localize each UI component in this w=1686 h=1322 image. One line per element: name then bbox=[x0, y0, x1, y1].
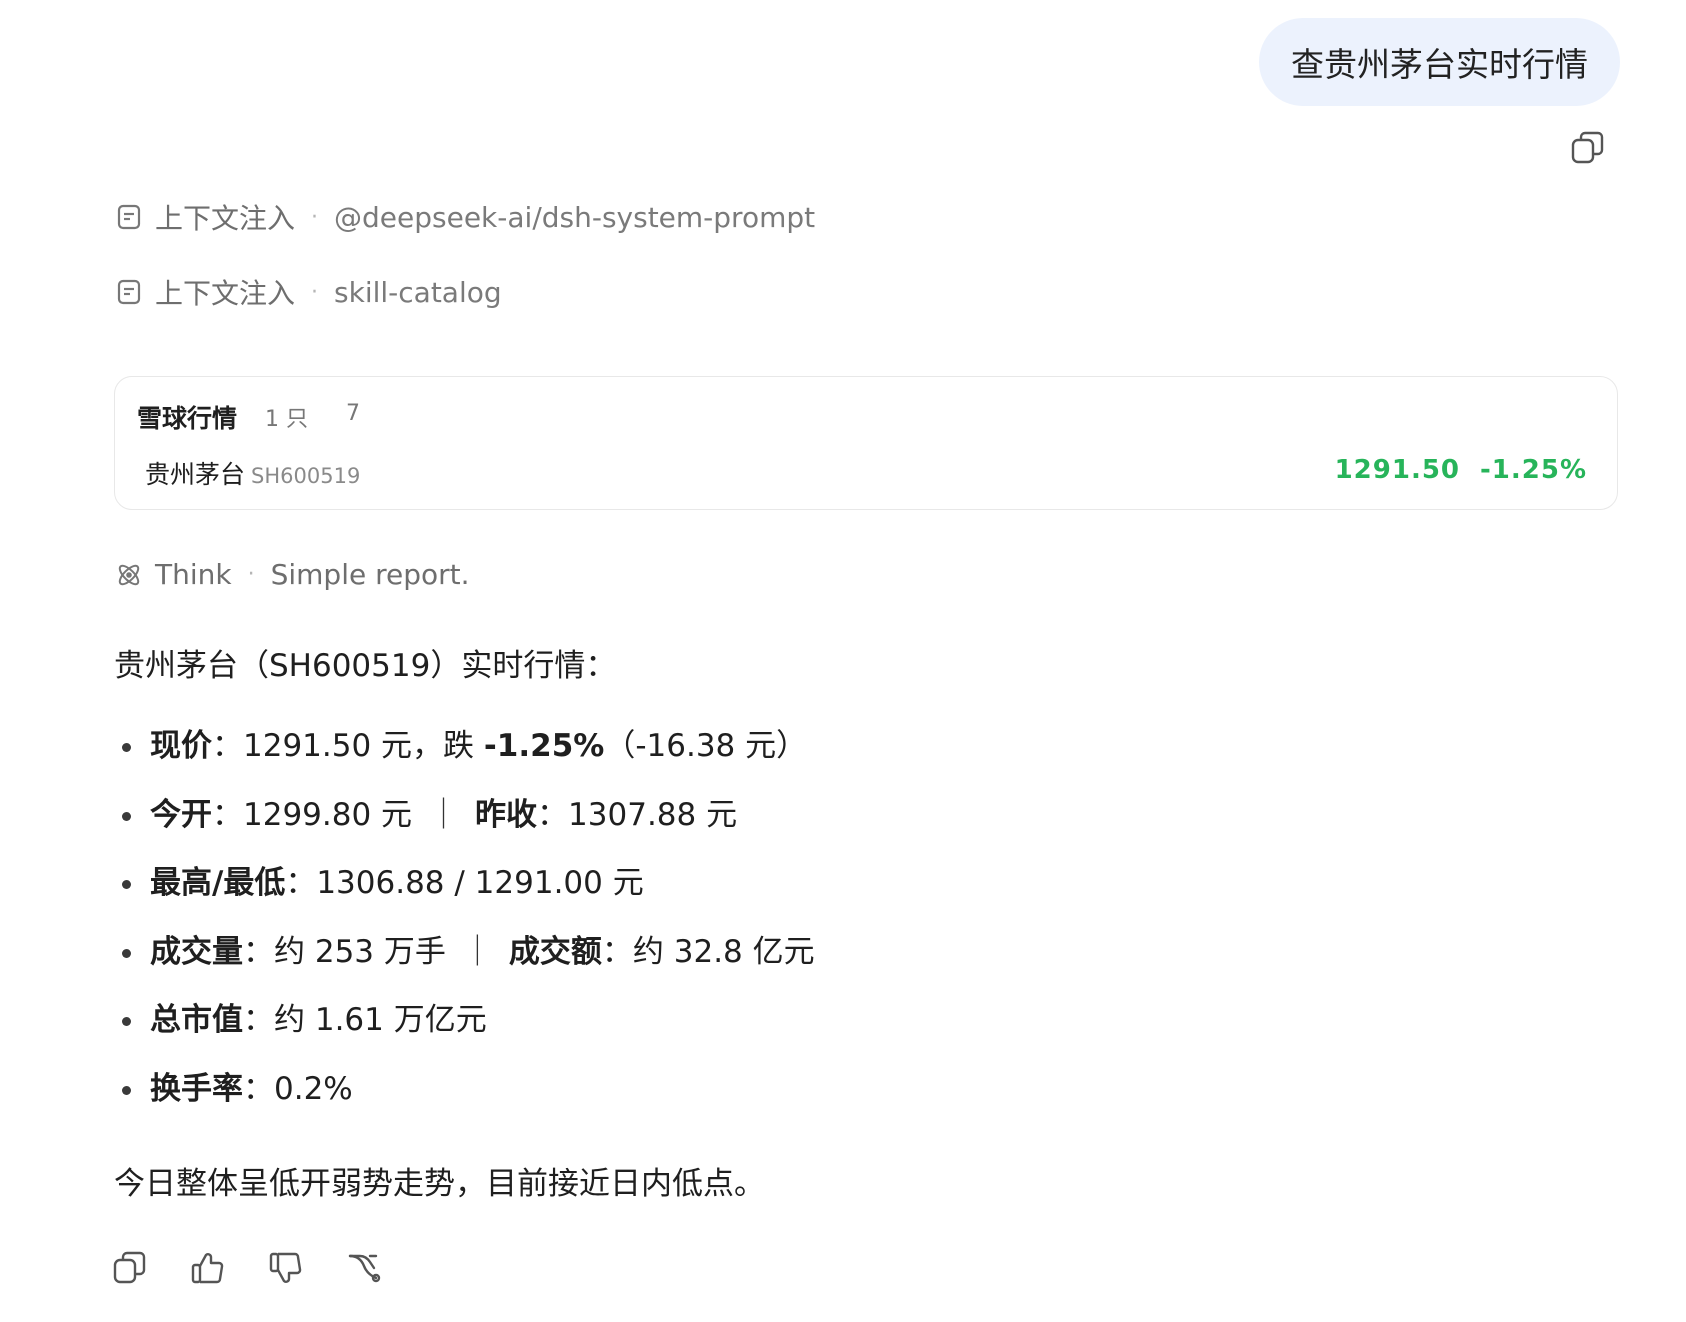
list-item: 总市值：约 1.61 万亿元 bbox=[114, 986, 815, 1055]
colon: ： bbox=[212, 796, 243, 833]
document-icon bbox=[117, 279, 141, 305]
fact-key: 现价 bbox=[150, 728, 212, 764]
copy-icon bbox=[113, 1251, 146, 1284]
answer-intro: 贵州茅台（SH600519）实时行情： bbox=[114, 648, 617, 684]
dislike-button[interactable] bbox=[268, 1250, 304, 1286]
fact-value: 1306.88 / 1291.00 元 bbox=[316, 865, 644, 901]
quote-card-title: 雪球行情 bbox=[137, 404, 238, 433]
fact-key: 最高/最低 bbox=[150, 865, 286, 901]
list-item: 换手率：0.2% bbox=[114, 1055, 815, 1124]
list-item: 今开：1299.80 元｜昨收：1307.88 元 bbox=[114, 781, 815, 850]
colon: ： bbox=[243, 933, 274, 970]
copy-icon bbox=[1571, 131, 1604, 164]
quote-card-extra: 7 bbox=[346, 401, 360, 426]
like-button[interactable] bbox=[190, 1250, 226, 1286]
colon: ： bbox=[243, 1070, 274, 1107]
branch-icon bbox=[348, 1254, 381, 1283]
fact-change-pct: -1.25% bbox=[483, 728, 605, 764]
stock-name-row[interactable]: 贵州茅台 SH600519 bbox=[145, 455, 360, 491]
colon: ： bbox=[285, 865, 317, 901]
colon: ： bbox=[212, 728, 243, 764]
user-message-bubble: 查贵州茅台实时行情 bbox=[1259, 18, 1620, 106]
atom-icon bbox=[118, 564, 140, 585]
stock-name: 贵州茅台 bbox=[145, 460, 246, 489]
copy-user-message-button[interactable] bbox=[1570, 130, 1606, 166]
separator: ｜ bbox=[428, 796, 460, 833]
colon: ： bbox=[601, 933, 633, 970]
document-icon bbox=[117, 204, 141, 230]
branch-button[interactable] bbox=[346, 1250, 382, 1286]
context-injection-row[interactable]: 上下文注入 · @deepseek-ai/dsh-system-prompt bbox=[115, 197, 815, 237]
separator-dot: · bbox=[311, 204, 319, 230]
fact-key: 总市值 bbox=[150, 1002, 243, 1038]
stock-price: 1291.50 bbox=[1334, 455, 1460, 485]
separator-dot: · bbox=[311, 279, 319, 305]
list-item: 成交量：约 253 万手｜成交额：约 32.8 亿元 bbox=[114, 918, 815, 987]
fact-key: 成交量 bbox=[150, 933, 243, 970]
fact-key: 今开 bbox=[150, 796, 212, 833]
fact-value: 1291.50 元，跌 bbox=[243, 728, 484, 764]
quote-facts-list: 现价：1291.50 元，跌 -1.25%（-16.38 元） 今开：1299.… bbox=[114, 712, 815, 1123]
stock-code: SH600519 bbox=[251, 464, 361, 488]
fact-key: 成交额 bbox=[508, 933, 602, 970]
fact-value: 0.2% bbox=[274, 1070, 353, 1107]
fact-value: 1307.88 元 bbox=[568, 796, 738, 833]
thumbs-down-icon bbox=[269, 1252, 302, 1283]
answer-summary: 今日整体呈低开弱势走势，目前接近日内低点。 bbox=[114, 1166, 765, 1202]
list-item: 最高/最低：1306.88 / 1291.00 元 bbox=[114, 849, 815, 918]
quote-card-count: 1 只 bbox=[265, 407, 308, 432]
think-summary: Simple report. bbox=[270, 558, 470, 591]
context-injection-source: skill-catalog bbox=[334, 275, 502, 309]
fact-key: 换手率 bbox=[150, 1070, 243, 1107]
fact-value: 1299.80 元 bbox=[243, 796, 413, 833]
context-injection-label: 上下文注入 bbox=[155, 277, 296, 310]
colon: ： bbox=[243, 1002, 274, 1038]
stock-quote-card[interactable]: 雪球行情 1 只 7 贵州茅台 SH600519 1291.50 -1.25% bbox=[114, 376, 1618, 510]
fact-value: 约 253 万手 bbox=[274, 933, 446, 970]
separator-dot: · bbox=[247, 562, 255, 587]
colon: ： bbox=[537, 796, 569, 833]
context-injection-row[interactable]: 上下文注入 · skill-catalog bbox=[115, 272, 502, 312]
thumbs-up-icon bbox=[191, 1253, 224, 1284]
message-actions bbox=[112, 1250, 382, 1286]
context-injection-source: @deepseek-ai/dsh-system-prompt bbox=[334, 200, 816, 234]
stock-price-change: 1291.50 -1.25% bbox=[1335, 455, 1587, 485]
fact-value: 约 1.61 万亿元 bbox=[274, 1002, 487, 1038]
stock-change-pct: -1.25% bbox=[1480, 455, 1587, 485]
user-message-text: 查贵州茅台实时行情 bbox=[1291, 45, 1588, 84]
fact-key: 昨收 bbox=[475, 796, 538, 833]
separator: ｜ bbox=[461, 933, 493, 970]
list-item: 现价：1291.50 元，跌 -1.25%（-16.38 元） bbox=[114, 712, 815, 781]
copy-button[interactable] bbox=[112, 1250, 148, 1286]
think-label: Think bbox=[155, 558, 232, 591]
context-injection-label: 上下文注入 bbox=[155, 202, 296, 235]
fact-change-amount: （-16.38 元） bbox=[604, 728, 808, 764]
think-toggle[interactable]: Think · Simple report. bbox=[115, 558, 470, 591]
fact-value: 约 32.8 亿元 bbox=[632, 933, 815, 970]
